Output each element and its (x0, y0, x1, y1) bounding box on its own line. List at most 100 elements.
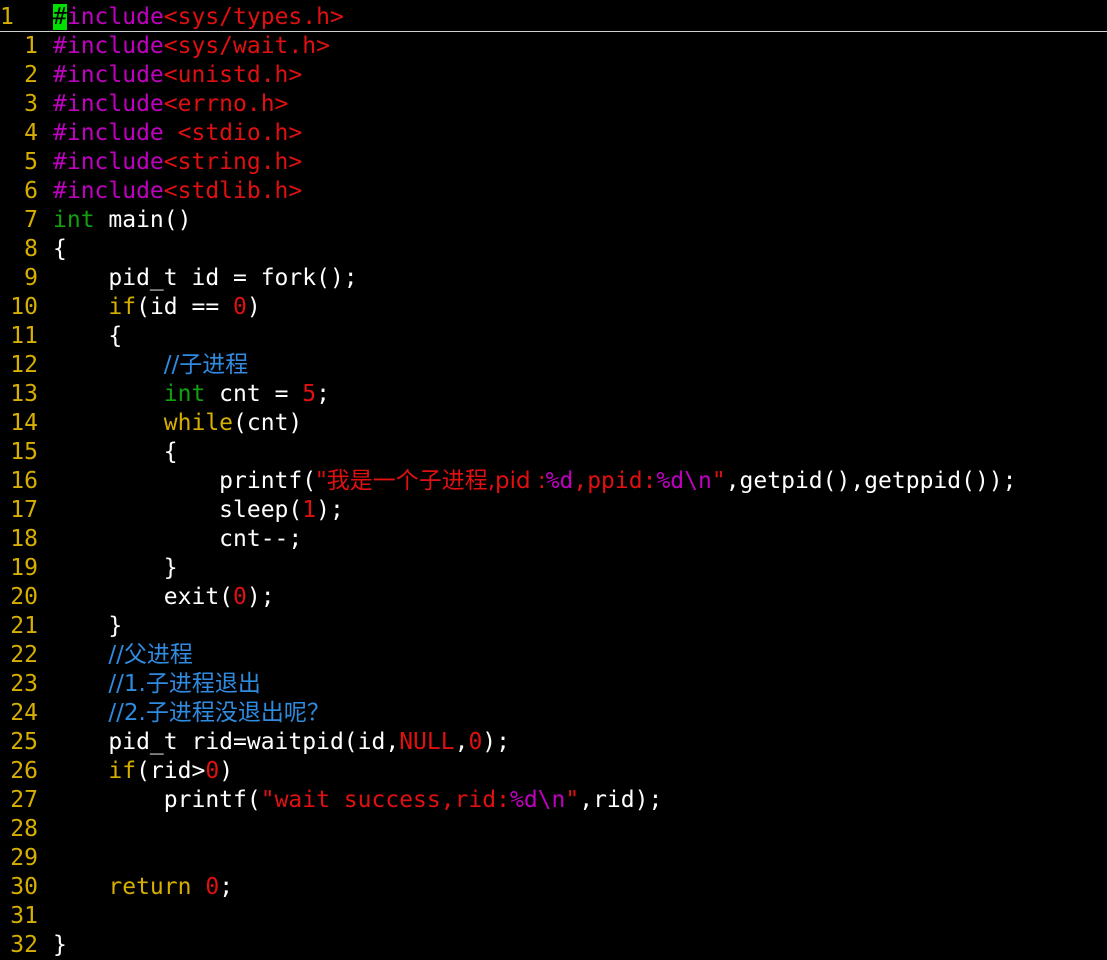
line-code: while(cnt) (53, 409, 303, 438)
code-line[interactable]: 27 printf("wait success,rid:%d\n",rid); (0, 786, 1107, 815)
line-number: 3 (24, 91, 38, 117)
code-line[interactable]: 3 #include<errno.h> (0, 90, 1107, 119)
code-token: 0 (205, 758, 220, 784)
code-token: (id == (136, 294, 234, 320)
code-token: <unistd.h> (163, 62, 303, 88)
line-code: #include<stdlib.h> (53, 177, 302, 206)
code-token: <stdlib.h> (163, 178, 303, 204)
code-token: " (711, 468, 726, 494)
line-number: 28 (10, 816, 38, 842)
line-number: 2 (24, 62, 38, 88)
code-line[interactable]: 30 return 0; (0, 873, 1107, 902)
code-line[interactable]: 19 } (0, 554, 1107, 583)
code-token: #include (53, 33, 164, 59)
line-code: printf("wait success,rid:%d\n",rid); (53, 786, 663, 815)
current-code-line[interactable]: 1 #include<sys/types.h> (0, 3, 1107, 32)
code-line[interactable]: 21 } (0, 612, 1107, 641)
code-token: 1 (302, 497, 317, 523)
line-number: 25 (10, 729, 38, 755)
code-line[interactable]: 10 if(id == 0) (0, 293, 1107, 322)
line-code: #include<unistd.h> (53, 61, 302, 90)
line-code: //2.子进程没退出呢？ (53, 699, 329, 728)
code-line[interactable]: 2 #include<unistd.h> (0, 61, 1107, 90)
line-code: } (53, 554, 178, 583)
line-code: { (53, 235, 67, 264)
code-token: ); (482, 729, 510, 755)
line-code: sleep(1); (53, 496, 344, 525)
line-number: 13 (10, 381, 38, 407)
code-token: , (454, 729, 469, 755)
code-line[interactable]: 18 cnt--; (0, 525, 1107, 554)
code-token: pid_t rid=waitpid(id, (53, 729, 400, 755)
code-token: } (53, 555, 178, 581)
line-code: //子进程 (53, 351, 249, 380)
code-token: return (108, 874, 192, 900)
line-code: cnt--; (53, 525, 302, 554)
code-line[interactable]: 4 #include <stdio.h> (0, 119, 1107, 148)
line-code: int cnt = 5; (53, 380, 330, 409)
code-token: } (53, 613, 123, 639)
line-number: 27 (10, 787, 38, 813)
code-token: printf( (53, 468, 317, 494)
code-token: cnt--; (53, 526, 303, 552)
code-token: int (163, 381, 206, 407)
code-token: ; (316, 381, 330, 407)
code-line[interactable]: 32} (0, 931, 1107, 960)
line-number: 14 (10, 410, 38, 436)
code-line[interactable]: 22 //父进程 (0, 641, 1107, 670)
line-code: printf("我是一个子进程,pid :%d,ppid:%d\n",getpi… (53, 467, 1017, 496)
code-token: (rid> (136, 758, 206, 784)
code-line[interactable]: 1 #include<sys/wait.h> (0, 32, 1107, 61)
code-line[interactable]: 25 pid_t rid=waitpid(id,NULL,0); (0, 728, 1107, 757)
code-line[interactable]: 6 #include<stdlib.h> (0, 177, 1107, 206)
code-line[interactable]: 17 sleep(1); (0, 496, 1107, 525)
code-token: #include (53, 149, 164, 175)
line-number: 20 (10, 584, 38, 610)
code-line[interactable]: 14 while(cnt) (0, 409, 1107, 438)
code-line[interactable]: 15 { (0, 438, 1107, 467)
line-number: 11 (10, 323, 38, 349)
code-line[interactable]: 26 if(rid>0) (0, 757, 1107, 786)
code-editor[interactable]: 1 #include<sys/types.h> 1 #include<sys/wait… (0, 0, 1107, 960)
code-line[interactable]: 13 int cnt = 5; (0, 380, 1107, 409)
code-token: if (108, 294, 137, 320)
line-number: 22 (10, 642, 38, 668)
code-token: %d\n (656, 468, 712, 494)
code-token: { (53, 439, 178, 465)
code-token: //父进程 (108, 642, 193, 668)
code-line[interactable]: 31 (0, 902, 1107, 931)
code-token: } (53, 932, 67, 958)
code-line[interactable]: 20 exit(0); (0, 583, 1107, 612)
code-token: (cnt) (233, 410, 303, 436)
code-token: //子进程 (163, 352, 249, 378)
code-token: 0 (233, 294, 247, 320)
code-token: #include (53, 91, 164, 117)
code-line[interactable]: 28 (0, 815, 1107, 844)
line-number: 7 (24, 207, 38, 233)
code-line[interactable]: 11 { (0, 322, 1107, 351)
code-token: <errno.h> (163, 91, 289, 117)
code-token: printf( (53, 787, 261, 813)
code-token: while (163, 410, 234, 436)
code-line[interactable]: 5 #include<string.h> (0, 148, 1107, 177)
code-token: ,getpid(),getppid()); (725, 468, 1017, 494)
code-line[interactable]: 24 //2.子进程没退出呢？ (0, 699, 1107, 728)
line-number: 30 (10, 874, 38, 900)
code-line[interactable]: 7 int main() (0, 206, 1107, 235)
code-token: 5 (302, 381, 317, 407)
code-line[interactable]: 12 //子进程 (0, 351, 1107, 380)
code-line[interactable]: 23 //1.子进程退出 (0, 670, 1107, 699)
code-line[interactable]: 16 printf("我是一个子进程,pid :%d,ppid:%d\n",ge… (0, 467, 1107, 496)
code-line[interactable]: 8{ (0, 235, 1107, 264)
code-line[interactable]: 29 (0, 844, 1107, 873)
line-number: 1 (24, 33, 38, 59)
line-code: } (53, 931, 67, 960)
line-number: 21 (10, 613, 38, 639)
code-line[interactable]: 9 pid_t id = fork(); (0, 264, 1107, 293)
code-token: %d (545, 468, 574, 494)
line-code: //1.子进程退出 (53, 670, 260, 699)
